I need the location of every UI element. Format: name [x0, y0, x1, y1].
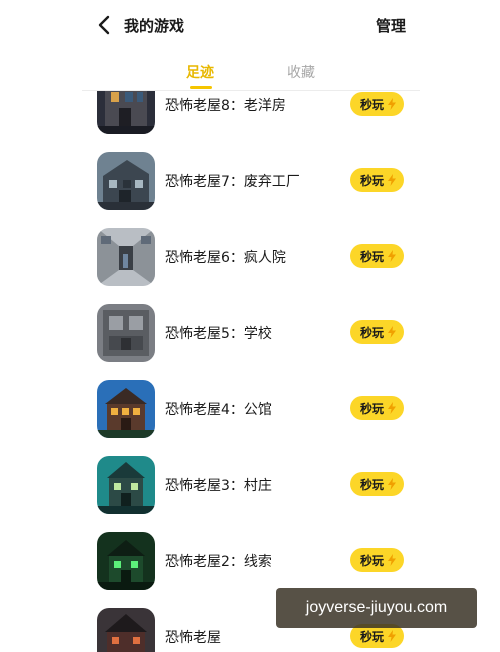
game-thumbnail [97, 380, 155, 438]
game-thumbnail [97, 152, 155, 210]
manage-button[interactable]: 管理 [376, 15, 406, 36]
lightning-icon [388, 174, 396, 186]
game-title: 恐怖老屋4：公馆 [165, 402, 272, 418]
game-title: 恐怖老屋8：老洋房 [165, 98, 286, 114]
game-thumbnail [97, 228, 155, 286]
lightning-icon [388, 98, 396, 110]
game-list: 恐怖老屋8：老洋房 秒玩 恐怖老屋7：废弃工厂 秒玩 恐怖老屋6：疯人院 秒玩 … [0, 0, 500, 652]
instant-play-button[interactable]: 秒玩 [350, 244, 404, 268]
lightning-icon [388, 630, 396, 642]
instant-play-button[interactable]: 秒玩 [350, 396, 404, 420]
tab-footprint[interactable]: 足迹 [186, 62, 214, 82]
watermark: joyverse-jiuyou.com [276, 588, 477, 628]
game-title: 恐怖老屋6：疯人院 [165, 250, 286, 266]
instant-play-button[interactable]: 秒玩 [350, 168, 404, 192]
game-thumbnail [97, 456, 155, 514]
list-item[interactable]: 恐怖老屋6：疯人院 秒玩 [0, 228, 500, 304]
game-title: 恐怖老屋5：学校 [165, 326, 272, 342]
game-thumbnail [97, 532, 155, 590]
list-item[interactable]: 恐怖老屋7：废弃工厂 秒玩 [0, 152, 500, 228]
instant-play-button[interactable]: 秒玩 [350, 548, 404, 572]
instant-play-button[interactable]: 秒玩 [350, 472, 404, 496]
tab-favorites[interactable]: 收藏 [287, 62, 315, 82]
list-item[interactable]: 恐怖老屋5：学校 秒玩 [0, 304, 500, 380]
game-thumbnail [97, 304, 155, 362]
lightning-icon [388, 326, 396, 338]
divider [82, 90, 420, 91]
game-title: 恐怖老屋 [165, 630, 221, 646]
app-header: 我的游戏 管理 [0, 0, 500, 52]
lightning-icon [388, 250, 396, 262]
game-title: 恐怖老屋3：村庄 [165, 478, 272, 494]
game-thumbnail [97, 608, 155, 652]
page-title: 我的游戏 [124, 17, 185, 35]
list-item[interactable]: 恐怖老屋4：公馆 秒玩 [0, 380, 500, 456]
instant-play-button[interactable]: 秒玩 [350, 320, 404, 344]
list-item[interactable]: 恐怖老屋3：村庄 秒玩 [0, 456, 500, 532]
game-title: 恐怖老屋7：废弃工厂 [165, 174, 300, 190]
chevron-left-icon[interactable] [92, 12, 118, 38]
lightning-icon [388, 554, 396, 566]
tab-bar: 足迹 收藏 [0, 52, 500, 90]
active-tab-indicator [190, 86, 212, 89]
lightning-icon [388, 402, 396, 414]
lightning-icon [388, 478, 396, 490]
instant-play-button[interactable]: 秒玩 [350, 92, 404, 116]
game-title: 恐怖老屋2：线索 [165, 554, 272, 570]
